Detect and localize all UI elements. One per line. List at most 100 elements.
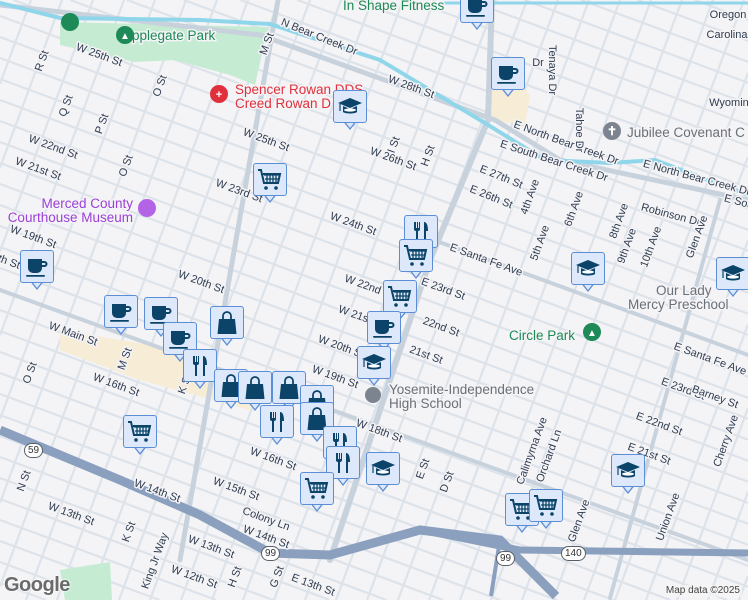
marker-badge — [460, 0, 494, 23]
school-icon — [361, 350, 387, 376]
street-label: 5th Ave — [528, 224, 552, 262]
school-marker[interactable] — [611, 454, 645, 496]
marker-badge — [260, 405, 294, 438]
street-label: Robinson Dr — [640, 201, 702, 229]
school-marker[interactable] — [716, 257, 748, 299]
shopping-cart-marker[interactable] — [123, 415, 157, 457]
street-label: O St — [21, 361, 40, 386]
coffee-marker[interactable] — [460, 0, 494, 32]
marker-badge — [300, 472, 334, 505]
street-label: W 24th St — [328, 210, 377, 238]
marker-badge — [399, 239, 433, 272]
route-99-shield: 99 — [261, 546, 281, 561]
poi-our-lady-mercy[interactable]: Our Lady — [655, 282, 714, 300]
shopping-bag-icon — [242, 375, 268, 401]
coffee-icon — [108, 299, 134, 325]
coffee-marker[interactable] — [491, 57, 525, 99]
shopping-cart-marker[interactable] — [300, 472, 334, 514]
school-marker[interactable] — [571, 252, 605, 294]
restaurant-marker[interactable] — [260, 405, 294, 447]
shopping-cart-marker[interactable] — [529, 489, 563, 531]
marker-badge — [20, 250, 54, 283]
poi-our-lady-mercy-line2: Mercy Preschool — [628, 297, 729, 312]
shopping-bag-marker[interactable] — [210, 306, 244, 348]
marker-badge — [383, 280, 417, 313]
street-label: Oregon — [710, 9, 747, 21]
dog-park-icon[interactable] — [61, 13, 79, 31]
marker-badge — [529, 489, 563, 522]
marker-badge — [210, 306, 244, 339]
street-label: W 16th St — [248, 445, 297, 473]
museum-icon[interactable] — [138, 199, 156, 217]
shopping-cart-marker[interactable] — [399, 239, 433, 281]
marker-badge — [123, 415, 157, 448]
school-icon — [575, 256, 601, 282]
school-marker[interactable] — [357, 346, 391, 388]
shopping-cart-icon — [403, 243, 429, 269]
school-icon[interactable] — [365, 387, 381, 403]
street-label: Carolina — [707, 29, 748, 41]
restaurant-icon — [187, 353, 213, 379]
shopping-cart-icon — [257, 167, 283, 193]
route-99-shield: 99 — [496, 551, 516, 566]
poi-applegate-park[interactable]: Applegate Park — [122, 27, 218, 45]
marker-badge — [333, 90, 367, 123]
hospital-glyph: + — [216, 89, 222, 101]
street-line — [675, 407, 748, 600]
marker-badge — [611, 454, 645, 487]
poi-in-shape-fitness[interactable]: In Shape Fitness — [342, 0, 447, 15]
shopping-cart-icon — [304, 476, 330, 502]
school-marker[interactable] — [333, 90, 367, 132]
coffee-icon — [495, 61, 521, 87]
marker-badge — [367, 311, 401, 344]
street-label: E North Bear Creek Dr — [642, 158, 748, 198]
poi-courthouse-museum-line2: Courthouse Museum — [8, 210, 133, 225]
google-logo[interactable]: Google — [4, 574, 70, 597]
shopping-cart-icon — [387, 284, 413, 310]
coffee-icon — [464, 0, 490, 20]
shopping-bag-icon — [276, 375, 302, 401]
tree-glyph: ▲ — [120, 31, 130, 42]
shopping-cart-marker[interactable] — [253, 163, 287, 205]
marker-badge — [491, 57, 525, 90]
street-label: 6th Ave — [562, 190, 586, 228]
poi-yosemite-high[interactable]: Yosemite-Independence — [388, 381, 536, 399]
coffee-icon — [371, 315, 397, 341]
restaurant-marker[interactable] — [183, 349, 217, 391]
poi-circle-park[interactable]: Circle Park — [508, 327, 577, 345]
street-label: W 21st St — [14, 155, 63, 183]
tree-glyph: ▲ — [587, 328, 597, 339]
route-59-shield: 59 — [24, 443, 44, 458]
cross-glyph: ✝ — [607, 124, 617, 138]
marker-badge — [253, 163, 287, 196]
marker-badge — [716, 257, 748, 290]
poi-spencer-rowan-line2: Creed Rowan D — [235, 96, 331, 111]
street-label: E 27th St — [478, 163, 524, 191]
poi-courthouse-museum[interactable]: Merced County — [40, 195, 135, 213]
marker-badge — [357, 346, 391, 379]
school-icon — [720, 261, 746, 287]
poi-jubilee-covenant[interactable]: Jubilee Covenant C — [626, 124, 747, 142]
shopping-bag-icon — [214, 310, 240, 336]
marker-badge — [104, 295, 138, 328]
street-line — [0, 0, 33, 85]
street-label: R St — [33, 49, 52, 73]
street-label: E 26th St — [468, 183, 514, 211]
street-label: Tahoe Dr — [573, 108, 585, 153]
marker-badge — [571, 252, 605, 285]
street-label: O St — [151, 74, 170, 99]
street-label: O St — [117, 154, 136, 179]
street-label: H St — [226, 565, 245, 589]
route-140-shield: 140 — [561, 546, 586, 561]
map-attribution[interactable]: Map data ©2025 — [663, 585, 742, 597]
school-marker[interactable] — [366, 452, 400, 494]
coffee-icon — [167, 326, 193, 352]
street-label: Tenaya Dr — [546, 45, 558, 95]
coffee-marker[interactable] — [104, 295, 138, 337]
coffee-icon — [24, 254, 50, 280]
street-label: Dr — [532, 57, 544, 69]
school-icon — [615, 458, 641, 484]
poi-yosemite-high-line2: High School — [389, 396, 462, 411]
shopping-cart-icon — [533, 493, 559, 519]
coffee-marker[interactable] — [20, 250, 54, 292]
